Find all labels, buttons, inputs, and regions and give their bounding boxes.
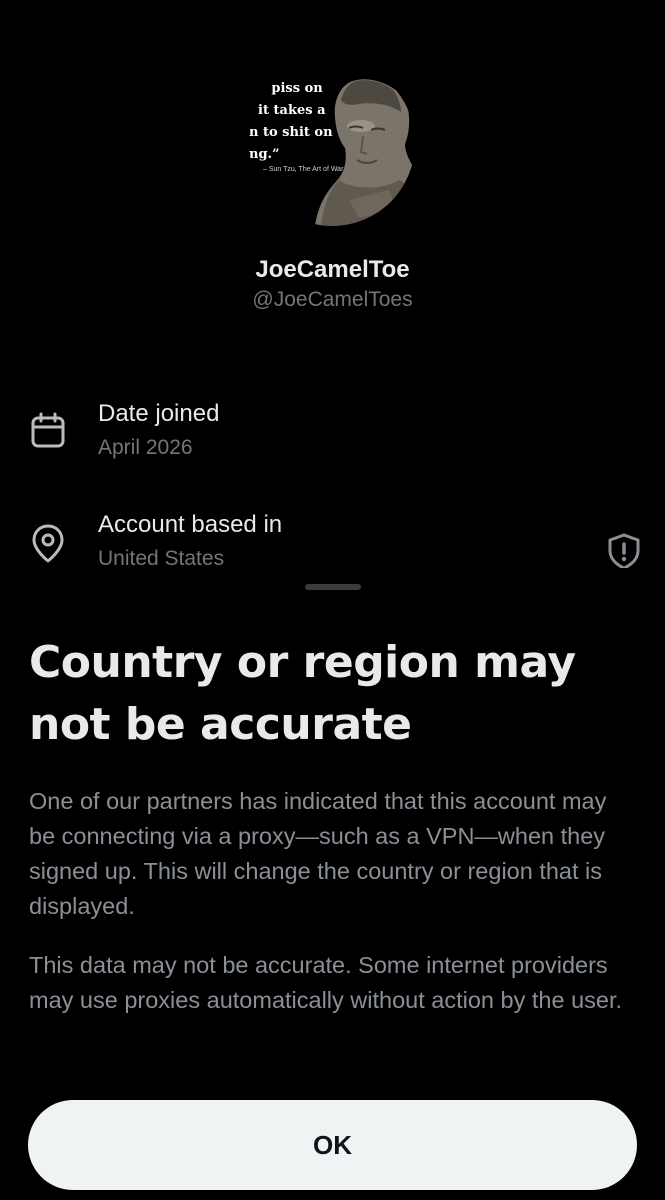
calendar-icon xyxy=(29,412,67,450)
avatar-quote-line: ng.” xyxy=(249,147,280,162)
profile-display-name: JoeCamelToe xyxy=(255,256,410,283)
region-info-sheet: Country or region may not be accurate On… xyxy=(0,568,665,1200)
date-joined-label: Date joined xyxy=(98,400,220,427)
avatar-quote-line: , it takes a xyxy=(249,103,326,118)
avatar-quote-line: an piss on xyxy=(249,81,323,96)
sheet-title: Country or region may not be accurate xyxy=(29,637,576,750)
date-joined-row: Date joined April 2026 xyxy=(0,400,665,470)
shield-alert-icon[interactable] xyxy=(604,531,644,571)
avatar-quote-line: n to shit on xyxy=(249,125,333,140)
avatar-quote-text: an piss on , it takes a n to shit on ng.… xyxy=(249,78,345,166)
location-pin-icon xyxy=(29,523,67,563)
ok-button[interactable]: OK xyxy=(28,1100,637,1190)
profile-avatar[interactable]: an piss on , it takes a n to shit on ng.… xyxy=(249,60,415,226)
account-based-label: Account based in xyxy=(98,511,283,538)
sheet-paragraph-accuracy: This data may not be accurate. Some inte… xyxy=(29,952,623,1013)
sheet-drag-handle[interactable] xyxy=(305,584,361,590)
avatar-quote-attribution: – Sun Tzu, The Art of War xyxy=(263,166,344,173)
sheet-paragraph-proxy: One of our partners has indicated that t… xyxy=(29,788,607,919)
profile-handle: @JoeCamelToes xyxy=(252,288,413,311)
date-joined-value: April 2026 xyxy=(98,436,193,459)
